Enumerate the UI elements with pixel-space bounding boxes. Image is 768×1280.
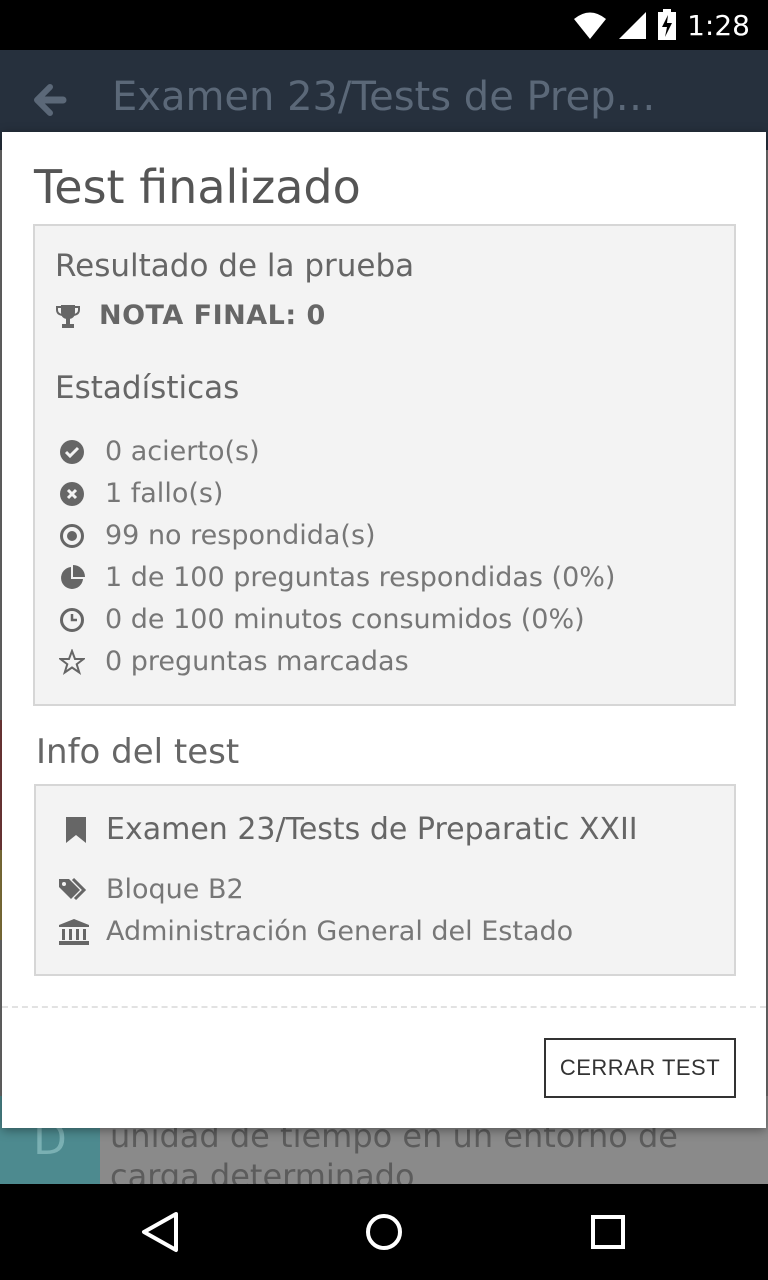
home-circle-icon[interactable] — [360, 1208, 408, 1256]
result-panel: Resultado de la prueba NOTA FINAL: 0 Est… — [33, 224, 736, 706]
trophy-icon — [56, 304, 80, 328]
final-grade: NOTA FINAL: 0 — [99, 300, 326, 331]
cell-signal-icon — [619, 12, 647, 39]
app-bar-title: Examen 23/Tests de Prepara... — [112, 74, 672, 120]
stat-correct: 0 acierto(s) — [59, 436, 260, 467]
stat-unanswered: 99 no respondida(s) — [59, 520, 376, 551]
star-outline-icon — [59, 648, 85, 675]
final-grade-row: NOTA FINAL: 0 — [55, 300, 326, 331]
status-bar: 1:28 — [0, 0, 768, 50]
stat-text: 1 de 100 preguntas respondidas (0%) — [105, 562, 616, 593]
stat-text: 0 acierto(s) — [105, 436, 260, 467]
clock-icon — [60, 607, 84, 632]
test-block: Bloque B2 — [106, 874, 244, 905]
dialog-divider — [2, 1006, 766, 1008]
test-title: Examen 23/Tests de Preparatic XXII — [106, 812, 638, 847]
wifi-icon — [574, 12, 607, 39]
stats-heading: Estadísticas — [55, 370, 240, 406]
back-triangle-icon[interactable] — [136, 1208, 184, 1256]
institution-icon — [59, 918, 89, 945]
arrow-left-icon[interactable] — [32, 82, 68, 118]
stat-marked: 0 preguntas marcadas — [59, 646, 409, 677]
recents-square-icon[interactable] — [584, 1208, 632, 1256]
stat-answered: 1 de 100 preguntas respondidas (0%) — [59, 562, 615, 593]
stat-wrong: 1 fallo(s) — [59, 478, 223, 509]
stat-text: 0 de 100 minutos consumidos (0%) — [105, 604, 585, 635]
info-heading: Info del test — [36, 732, 240, 772]
pie-chart-icon — [61, 564, 85, 589]
stat-minutes: 0 de 100 minutos consumidos (0%) — [59, 604, 585, 635]
navigation-bar — [0, 1184, 768, 1280]
result-heading: Resultado de la prueba — [55, 248, 415, 284]
bookmark-icon — [66, 816, 86, 843]
stat-text: 1 fallo(s) — [105, 478, 224, 509]
stat-text: 99 no respondida(s) — [105, 520, 376, 551]
info-panel: Examen 23/Tests de Preparatic XXII Bloqu… — [34, 784, 736, 976]
dot-circle-icon — [60, 523, 84, 548]
check-circle-icon — [60, 439, 84, 464]
info-tag-row: Bloque B2 — [58, 874, 244, 905]
close-test-button[interactable]: CERRAR TEST — [544, 1038, 736, 1098]
info-institution-row: Administración General del Estado — [58, 916, 573, 947]
tags-icon — [59, 877, 87, 900]
battery-charging-icon — [658, 9, 677, 40]
test-finished-dialog: Test finalizado Resultado de la prueba N… — [2, 132, 766, 1128]
stat-text: 0 preguntas marcadas — [105, 646, 409, 677]
x-circle-icon — [60, 481, 84, 506]
dialog-title: Test finalizado — [34, 160, 361, 214]
clock-time: 1:28 — [687, 8, 750, 42]
info-title-row: Examen 23/Tests de Preparatic XXII — [64, 812, 638, 847]
test-institution: Administración General del Estado — [106, 916, 574, 947]
